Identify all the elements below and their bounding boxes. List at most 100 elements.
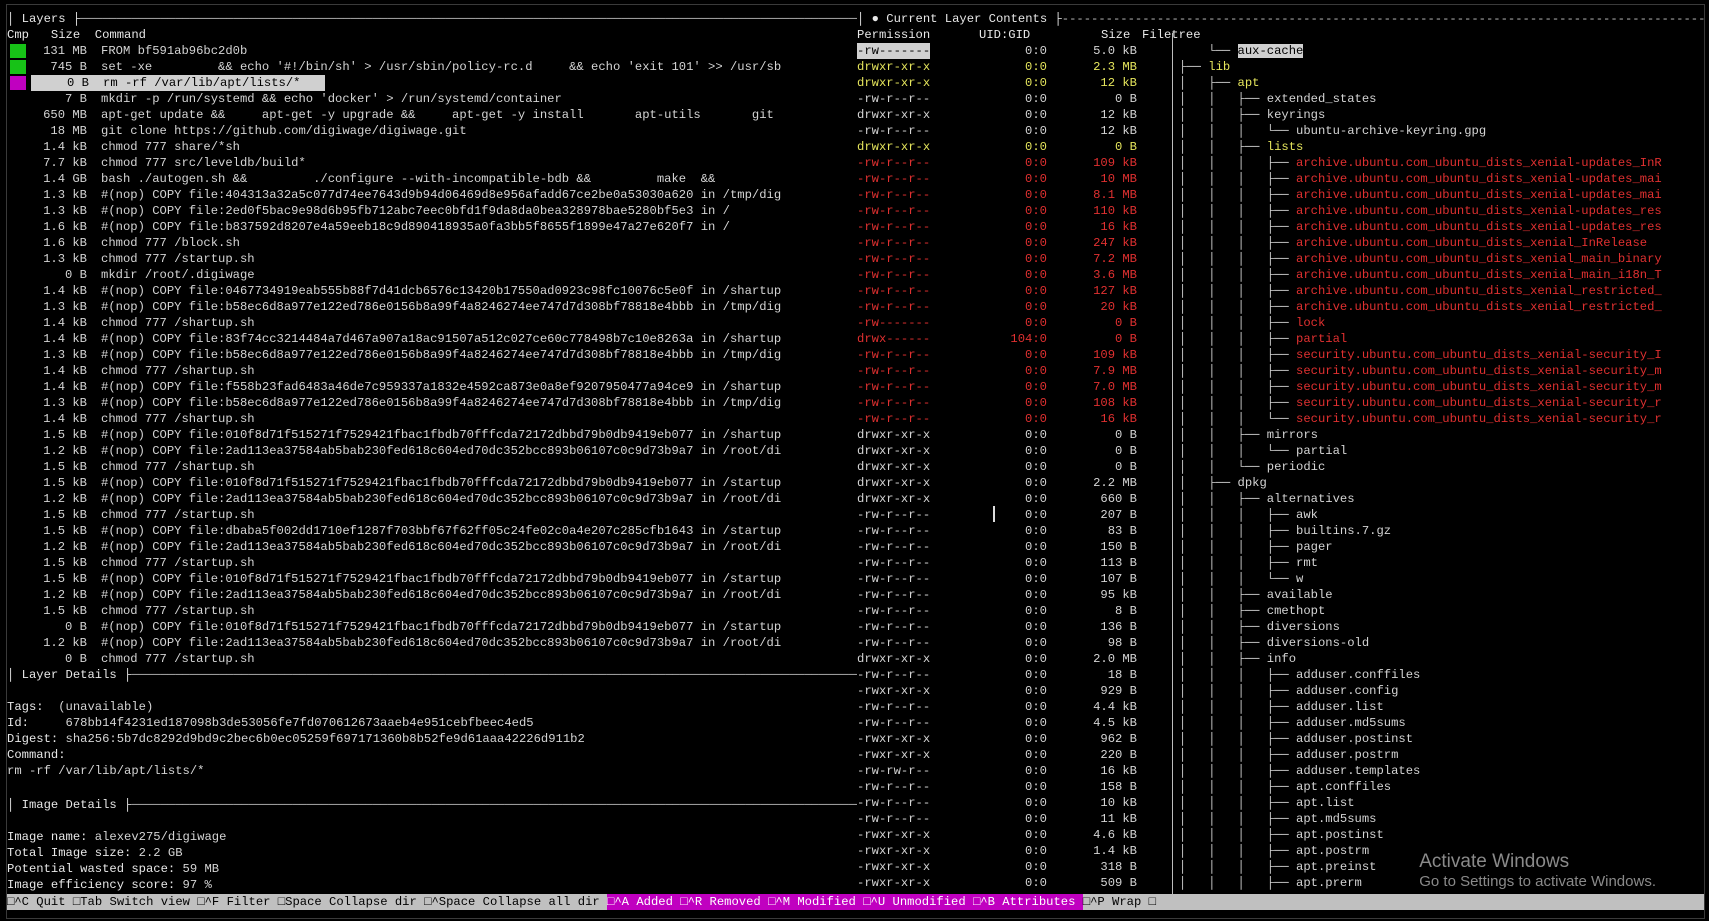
file-row[interactable]: drwxr-xr-x 0:0 12 kB │ ├── apt [857,75,1704,91]
layer-row[interactable]: 1.3 kB #(nop) COPY file:b58ec6d8a977e122e… [29,347,857,363]
file-row[interactable]: drwxr-xr-x 0:0 2.3 MB ├── lib [857,59,1704,75]
file-row[interactable]: -rw-r--r-- 0:0 12 kB │ │ │ └── ubuntu-archi… [857,123,1704,139]
file-row[interactable]: drwxr-xr-x 0:0 0 B │ │ ├── mirrors [857,427,1704,443]
layer-row[interactable]: 7 B mkdir -p /run/systemd && echo 'docker… [29,91,857,107]
keybinding-quit[interactable]: □^C Quit [7,894,73,910]
file-row[interactable]: -rw-r--r-- 0:0 3.6 MB │ │ │ ├── archive.ubu… [857,267,1704,283]
file-row[interactable]: -rw-r--r-- 0:0 136 B │ │ ├── diversions [857,619,1704,635]
layer-row[interactable]: 1.4 kB chmod 777 share/*sh [29,139,857,155]
layer-row[interactable]: 1.5 kB #(nop) COPY file:010f8d71f515271f7… [29,427,857,443]
file-row[interactable]: -rw-r--r-- 0:0 127 kB │ │ │ ├── archive.ubu… [857,283,1704,299]
file-row[interactable]: -rw-r--r-- 0:0 20 kB │ │ │ ├── archive.ubun… [857,299,1704,315]
file-row[interactable]: -rw-r--r-- 0:0 158 B │ │ │ ├── apt.conffile… [857,779,1704,795]
file-row[interactable]: -rw-r--r-- 0:0 109 kB │ │ │ ├── security.ub… [857,347,1704,363]
file-row[interactable]: -rw-r--r-- 0:0 247 kB │ │ │ ├── archive.ubu… [857,235,1704,251]
file-row[interactable]: -rw-r--r-- 0:0 109 kB │ │ │ ├── archive.ubu… [857,155,1704,171]
layer-row[interactable]: 0 B mkdir /root/.digiwage [29,267,857,283]
file-row[interactable]: -rw-r--r-- 0:0 10 kB │ │ │ ├── apt.list [857,795,1704,811]
file-row[interactable]: -rw-r--r-- 0:0 7.9 MB │ │ │ ├── security.ub… [857,363,1704,379]
layer-row[interactable]: 1.2 kB #(nop) COPY file:2ad113ea37584ab5b… [29,635,857,651]
layer-row[interactable]: 1.2 kB #(nop) COPY file:2ad113ea37584ab5b… [29,443,857,459]
layer-row[interactable]: 7.7 kB chmod 777 src/leveldb/build* [29,155,857,171]
layer-row[interactable]: 1.4 kB chmod 777 /shartup.sh [29,363,857,379]
file-row[interactable]: -rwxr-xr-x 0:0 4.6 kB │ │ │ ├── apt.postins… [857,827,1704,843]
layer-row[interactable]: 1.5 kB #(nop) COPY file:010f8d71f515271f7… [29,475,857,491]
layer-row[interactable]: 1.6 kB chmod 777 /block.sh [29,235,857,251]
keybinding-attributes[interactable]: □^B Attributes [972,894,1083,910]
file-row[interactable]: -rwxr-xr-x 0:0 220 B │ │ │ ├── adduser.post… [857,747,1704,763]
file-row[interactable]: -rw-r--r-- 0:0 83 B │ │ │ ├── builtins.7.gz [857,523,1704,539]
file-row[interactable]: -rw-r--r-- 0:0 98 B │ │ ├── diversions-old [857,635,1704,651]
file-row[interactable]: drwxr-xr-x 0:0 0 B │ │ ├── lists [857,139,1704,155]
layer-row[interactable]: 1.2 kB #(nop) COPY file:2ad113ea37584ab5b… [29,491,857,507]
layer-row[interactable]: 1.5 kB #(nop) COPY file:010f8d71f515271f7… [29,571,857,587]
keybinding-collapse-dir[interactable]: □Space Collapse dir [278,894,424,910]
file-row[interactable]: -rw-r--r-- 0:0 4.4 kB │ │ │ ├── adduser.lis… [857,699,1704,715]
layer-row[interactable]: 1.4 GB bash ./autogen.sh && ./configure -… [29,171,857,187]
layer-row[interactable]: 0 B #(nop) COPY file:010f8d71f515271f7529… [29,619,857,635]
layer-row[interactable]: 1.3 kB #(nop) COPY file:b58ec6d8a977e122e… [29,395,857,411]
file-row[interactable]: -rwxr-xr-x 0:0 962 B │ │ │ ├── adduser.post… [857,731,1704,747]
layer-row[interactable]: 1.2 kB #(nop) COPY file:2ad113ea37584ab5b… [29,587,857,603]
layer-row[interactable]: 1.5 kB chmod 777 /startup.sh [29,555,857,571]
file-row[interactable]: -rw-r--r-- 0:0 107 B │ │ │ └── w [857,571,1704,587]
layer-row[interactable]: 1.3 kB #(nop) COPY file:2ed0f5bac9e98d6b9… [29,203,857,219]
layer-row[interactable]: 18 MB git clone https://github.com/digiwa… [29,123,857,139]
file-row[interactable]: -rw-r--r-- 0:0 113 B │ │ │ ├── rmt [857,555,1704,571]
layer-row[interactable]: 1.3 kB chmod 777 /startup.sh [29,251,857,267]
file-row[interactable]: -rw------- 0:0 5.0 kB └── aux-cache [857,43,1704,59]
keybinding-modified[interactable]: □^M Modified [768,894,864,910]
file-row[interactable]: drwxr-xr-x 0:0 0 B │ │ │ └── partial [857,443,1704,459]
layer-row[interactable]: 0 B chmod 777 /startup.sh [29,651,857,667]
layer-row[interactable]: 1.5 kB chmod 777 /startup.sh [29,507,857,523]
file-row[interactable]: -rw-r--r-- 0:0 95 kB │ │ ├── available [857,587,1704,603]
keybinding-switch-view[interactable]: □Tab Switch view [73,894,197,910]
file-row[interactable]: -rw-r--r-- 0:0 8.1 MB │ │ │ ├── archive.ubu… [857,187,1704,203]
file-row[interactable]: -rw-r--r-- 0:0 207 B │ │ │ ├── awk [857,507,1704,523]
layer-row[interactable]: 1.4 kB chmod 777 /shartup.sh [29,411,857,427]
layer-row[interactable]: 1.4 kB #(nop) COPY file:83f74cc3214484a7d… [29,331,857,347]
file-row[interactable]: -rw-r--r-- 0:0 4.5 kB │ │ │ ├── adduser.md5… [857,715,1704,731]
file-row[interactable]: -rw-r--r-- 0:0 10 MB │ │ │ ├── archive.ubun… [857,171,1704,187]
file-row[interactable]: -rw-r--r-- 0:0 16 kB │ │ │ ├── archive.ubun… [857,219,1704,235]
layer-row[interactable]: 1.4 kB #(nop) COPY file:f558b23fad6483a46… [29,379,857,395]
file-row[interactable]: -rw-r--r-- 0:0 110 kB │ │ │ ├── archive.ubu… [857,203,1704,219]
layer-row[interactable]: 1.5 kB chmod 777 /startup.sh [29,603,857,619]
keybinding-wrap[interactable]: □^P Wrap [1083,894,1149,910]
file-row[interactable]: -rw-r--r-- 0:0 16 kB │ │ │ └── security.ubu… [857,411,1704,427]
file-row[interactable]: drwxr-xr-x 0:0 2.2 MB │ ├── dpkg [857,475,1704,491]
layer-row[interactable]: 650 MB apt-get update && apt-get -y upgra… [29,107,857,123]
file-row[interactable]: -rw-r--r-- 0:0 11 kB │ │ │ ├── apt.md5sums [857,811,1704,827]
keybinding-collapse-all-dir[interactable]: □^Space Collapse all dir [424,894,607,910]
keybinding-unmodified[interactable]: □^U Unmodified [863,894,973,910]
file-row[interactable]: drwxr-xr-x 0:0 0 B │ │ └── periodic [857,459,1704,475]
file-row[interactable]: -rw-r--r-- 0:0 18 B │ │ │ ├── adduser.conff… [857,667,1704,683]
file-row[interactable]: -rwxr-xr-x 0:0 929 B │ │ │ ├── adduser.conf… [857,683,1704,699]
layer-row[interactable]: 0 B rm -rf /var/lib/apt/lists/* [31,75,325,91]
file-row[interactable]: -rw-r--r-- 0:0 108 kB │ │ │ ├── security.ub… [857,395,1704,411]
file-row[interactable]: -rw-rw-r-- 0:0 16 kB │ │ │ ├── adduser.temp… [857,763,1704,779]
file-row[interactable]: -rw-r--r-- 0:0 8 B │ │ ├── cmethopt [857,603,1704,619]
file-row[interactable]: -rw-r--r-- 0:0 150 B │ │ │ ├── pager [857,539,1704,555]
layer-row[interactable]: 745 B set -xe && echo '#!/bin/sh' > /usr/… [29,59,857,75]
layer-row[interactable]: 1.4 kB #(nop) COPY file:0467734919eab555b… [29,283,857,299]
file-row[interactable]: -rw-r--r-- 0:0 7.2 MB │ │ │ ├── archive.ubu… [857,251,1704,267]
keybinding-filter[interactable]: □^F Filter [197,894,278,910]
file-row[interactable]: drwx------ 104:0 0 B │ │ │ ├── partial [857,331,1704,347]
layer-row[interactable]: 131 MB FROM bf591ab96bc2d0b [29,43,857,59]
layer-row[interactable]: 1.4 kB chmod 777 /shartup.sh [29,315,857,331]
layer-row[interactable]: 1.5 kB #(nop) COPY file:dbaba5f002dd1710e… [29,523,857,539]
file-row[interactable]: -rw------- 0:0 0 B │ │ │ ├── lock [857,315,1704,331]
file-row[interactable]: drwxr-xr-x 0:0 12 kB │ │ ├── keyrings [857,107,1704,123]
keybinding-added[interactable]: □^A Added [607,894,681,910]
layer-row[interactable]: 1.6 kB #(nop) COPY file:b837592d8207e4a59… [29,219,857,235]
keybinding-removed[interactable]: □^R Removed [680,894,769,910]
layer-row[interactable]: 1.5 kB chmod 777 /shartup.sh [29,459,857,475]
file-row[interactable]: -rw-r--r-- 0:0 7.0 MB │ │ │ ├── security.ub… [857,379,1704,395]
file-row[interactable]: -rw-r--r-- 0:0 0 B │ │ ├── extended_states [857,91,1704,107]
layer-row[interactable]: 1.3 kB #(nop) COPY file:404313a32a5c077d7… [29,187,857,203]
file-row[interactable]: drwxr-xr-x 0:0 2.0 MB │ │ ├── info [857,651,1704,667]
file-row[interactable]: drwxr-xr-x 0:0 660 B │ │ ├── alternatives [857,491,1704,507]
layer-row[interactable]: 1.3 kB #(nop) COPY file:b58ec6d8a977e122e… [29,299,857,315]
layer-row[interactable]: 1.2 kB #(nop) COPY file:2ad113ea37584ab5b… [29,539,857,555]
